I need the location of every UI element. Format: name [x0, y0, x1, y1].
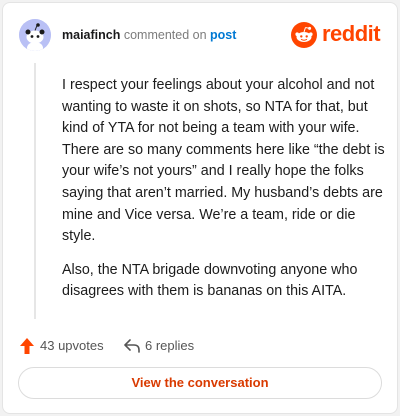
comment-body: I respect your feelings about your alcoh… — [62, 75, 388, 303]
embedded-comment-card: maiafinch commented on post reddit I res… — [2, 2, 398, 414]
commented-on-text: commented on — [123, 28, 207, 42]
thread-line — [34, 63, 36, 319]
replies-button[interactable]: 6 replies — [123, 336, 203, 356]
reply-arrow-icon — [124, 339, 140, 353]
reddit-logo-icon — [291, 22, 317, 48]
reddit-brand[interactable]: reddit — [291, 19, 383, 51]
upvote-button[interactable]: 43 upvotes — [19, 336, 109, 356]
comment-paragraph: Also, the NTA brigade downvoting anyone … — [62, 261, 358, 300]
post-link[interactable]: post — [210, 28, 236, 42]
upvote-count: 43 upvotes — [40, 338, 104, 353]
username-link[interactable]: maiafinch — [62, 28, 120, 42]
reddit-wordmark: reddit — [322, 21, 381, 46]
comment-paragraph: I respect your feelings about your alcoh… — [62, 77, 385, 245]
comment-header: maiafinch commented on post reddit — [19, 19, 383, 51]
upvote-arrow-icon — [20, 338, 34, 354]
snoo-avatar-icon[interactable] — [19, 19, 51, 51]
comment-meta: maiafinch commented on post — [62, 27, 236, 43]
view-conversation-button[interactable]: View the conversation — [18, 367, 382, 399]
reply-count: 6 replies — [145, 338, 195, 353]
